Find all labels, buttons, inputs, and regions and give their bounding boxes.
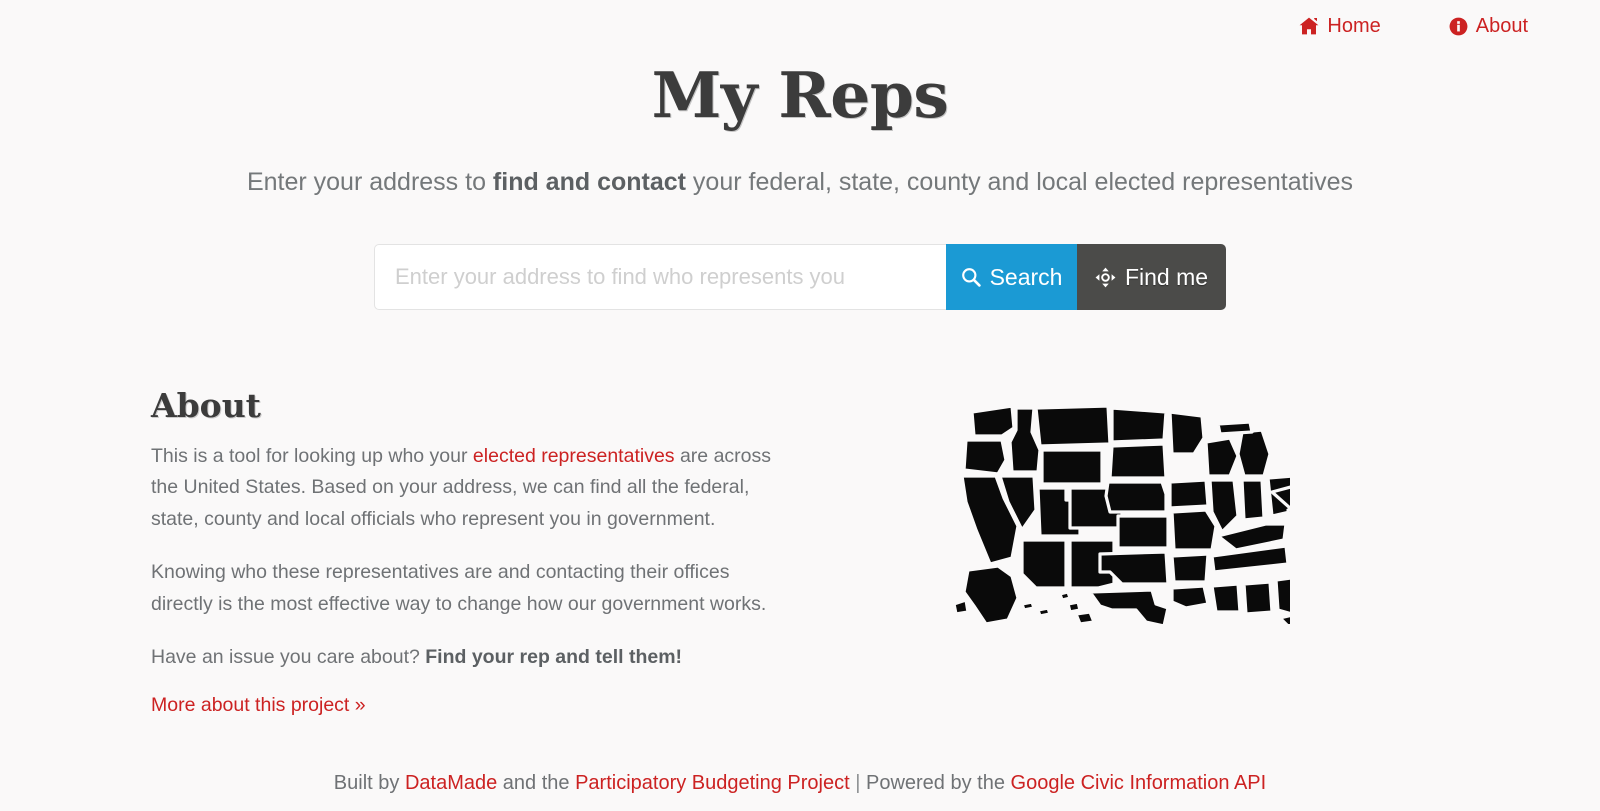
about-paragraph-3: Have an issue you care about? Find your … (151, 642, 787, 674)
magnifier-icon (961, 267, 981, 287)
home-icon (1299, 17, 1319, 35)
main-content: About This is a tool for looking up who … (147, 310, 1453, 717)
subtitle-text-lead: Enter your address to (246, 168, 493, 196)
map-column (787, 388, 1453, 625)
find-me-button[interactable]: Find me (1077, 244, 1226, 311)
us-states-map-icon (952, 404, 1290, 625)
search-button[interactable]: Search (946, 244, 1077, 311)
nav-item-about[interactable]: About (1449, 16, 1528, 36)
about-p3-lead: Have an issue you care about? (151, 646, 426, 669)
footer-and-the: and the (497, 772, 576, 794)
footer-built-by: Built by (333, 772, 405, 794)
nav-item-about-label: About (1475, 15, 1528, 37)
page-subtitle: Enter your address to find and contact y… (0, 167, 1600, 198)
find-me-button-label: Find me (1124, 263, 1209, 290)
search-button-label: Search (989, 263, 1063, 290)
search-input[interactable] (374, 244, 946, 311)
about-p1-lead: This is a tool for looking up who your (151, 444, 473, 467)
info-circle-icon (1449, 17, 1468, 36)
nav-item-home-label: Home (1327, 15, 1381, 37)
more-about-project-link[interactable]: More about this project » (151, 694, 366, 717)
page-title: My Reps (651, 58, 949, 132)
about-heading: About (151, 386, 261, 426)
about-paragraph-1: This is a tool for looking up who your e… (151, 441, 787, 536)
footer: Built by DataMade and the Participatory … (0, 772, 1600, 795)
about-section: About This is a tool for looking up who … (147, 386, 787, 717)
subtitle-text-tail: your federal, state, county and local el… (685, 168, 1354, 196)
crosshair-arrows-icon (1095, 267, 1116, 288)
elected-representatives-link[interactable]: elected representatives (473, 445, 675, 467)
about-paragraph-2: Knowing who these representatives are an… (151, 561, 767, 615)
search-bar: Search Find me (0, 244, 1600, 311)
search-input-group: Search Find me (374, 244, 1226, 311)
participatory-budgeting-project-link[interactable]: Participatory Budgeting Project (575, 772, 850, 794)
footer-powered-by: Powered by the (865, 772, 1011, 794)
google-civic-api-link[interactable]: Google Civic Information API (1011, 772, 1267, 794)
about-p3-emphasis: Find your rep and tell them! (425, 646, 683, 669)
subtitle-emphasis: find and contact (492, 168, 686, 196)
top-navigation: Home About (1299, 0, 1600, 52)
datamade-link[interactable]: DataMade (405, 772, 497, 794)
nav-item-home[interactable]: Home (1299, 15, 1381, 37)
footer-separator: | (849, 772, 866, 794)
